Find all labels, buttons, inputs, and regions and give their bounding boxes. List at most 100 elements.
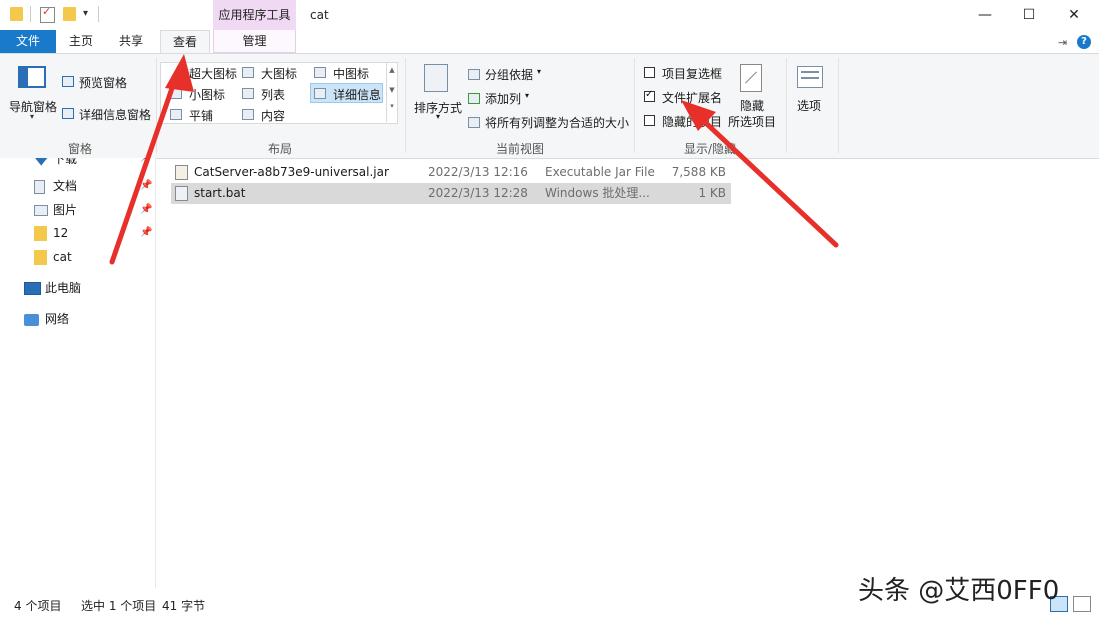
layout-tiles[interactable]: 平铺 — [189, 107, 213, 124]
file-type: Windows 批处理... — [545, 186, 650, 200]
current-view-group-label: 当前视图 — [495, 142, 544, 156]
file-date: 2022/3/13 12:28 — [428, 186, 528, 200]
folder-icon — [10, 7, 23, 21]
details-icon — [314, 86, 326, 100]
hide-selected-icon — [740, 64, 762, 92]
status-size: 41 字节 — [162, 599, 206, 613]
details-pane-icon — [62, 106, 74, 120]
layout-group-label: 布局 — [267, 142, 292, 156]
layout-details[interactable]: 详细信息 — [333, 86, 381, 103]
tab-file[interactable]: 文件 — [0, 30, 56, 53]
file-row-selected[interactable]: start.bat 2022/3/13 12:28 Windows 批处理...… — [171, 183, 731, 204]
help-icon[interactable]: ? — [1077, 35, 1091, 49]
nav-item-documents[interactable]: 文档 📌 — [34, 175, 152, 197]
properties-icon[interactable]: ✓ — [40, 5, 55, 23]
layout-large-icons[interactable]: 大图标 — [261, 65, 297, 82]
nav-item-label: 12 — [53, 226, 69, 240]
chevron-down-icon: ▾ — [525, 91, 530, 100]
pin-icon: 📌 — [140, 227, 153, 238]
fit-columns-button[interactable]: 将所有列调整为合适的大小 — [485, 114, 629, 131]
show-hide-group-label: 显示/隐藏 — [683, 142, 737, 156]
pin-icon: 📌 — [140, 204, 153, 215]
group-by-button[interactable]: 分组依据 — [485, 66, 533, 83]
tiles-icon — [170, 107, 182, 121]
details-pane-button[interactable]: 详细信息窗格 — [79, 106, 151, 123]
nav-item-label: 文档 — [53, 179, 78, 193]
group-separator — [634, 58, 635, 153]
computer-icon — [24, 282, 41, 295]
nav-item-label: 网络 — [45, 312, 70, 326]
tab-home[interactable]: 主页 — [60, 30, 102, 53]
bat-file-icon — [175, 186, 188, 201]
pictures-icon — [34, 205, 48, 216]
pin-ribbon-icon[interactable]: ⇥ — [1058, 36, 1067, 49]
small-icons-icon — [170, 86, 182, 100]
options-button[interactable]: 选项 — [797, 97, 821, 114]
nav-item-pictures[interactable]: 图片 📌 — [34, 199, 152, 221]
separator — [98, 6, 99, 22]
nav-item-label: 图片 — [53, 203, 78, 217]
group-separator — [838, 58, 839, 153]
pin-icon: 📌 — [140, 158, 152, 163]
minimize-button[interactable]: — — [962, 0, 1008, 30]
layout-medium-icons[interactable]: 中图标 — [333, 65, 369, 82]
jar-file-icon — [175, 165, 188, 180]
preview-pane-button[interactable]: 预览窗格 — [79, 74, 127, 91]
nav-item-12[interactable]: 12 📌 — [34, 222, 152, 244]
layout-content[interactable]: 内容 — [261, 107, 285, 124]
nav-item-cat[interactable]: cat — [34, 246, 152, 268]
chevron-down-icon: ▾ — [30, 112, 35, 121]
layout-list[interactable]: 列表 — [261, 86, 285, 103]
new-folder-icon[interactable] — [63, 7, 76, 21]
options-icon — [797, 66, 823, 88]
nav-item-this-pc[interactable]: 此电脑 — [24, 277, 152, 299]
status-selection: 选中 1 个项目 — [81, 599, 157, 613]
nav-item-downloads[interactable]: 🡇 下载 📌 — [34, 158, 152, 170]
group-separator — [405, 58, 406, 153]
tab-share[interactable]: 共享 — [110, 30, 152, 53]
window-title: cat — [310, 8, 329, 22]
network-icon — [24, 313, 39, 326]
document-icon — [34, 179, 45, 194]
file-size: 7,588 KB — [671, 165, 726, 179]
watermark: 头条 @艾西0FF0 — [858, 576, 1060, 606]
item-checkboxes-checkbox[interactable] — [644, 67, 655, 78]
large-icons-icon — [242, 65, 254, 79]
layout-small-icons[interactable]: 小图标 — [189, 86, 225, 103]
add-column-button[interactable]: 添加列 — [485, 90, 521, 107]
file-type: Executable Jar File — [545, 165, 655, 179]
file-extensions-checkbox[interactable]: ✓ — [644, 89, 655, 102]
list-icon — [242, 86, 254, 100]
file-name: start.bat — [194, 186, 246, 200]
nav-item-label: cat — [53, 250, 72, 264]
hidden-items-checkbox[interactable] — [644, 115, 655, 126]
chevron-down-icon: ▾ — [537, 67, 542, 76]
layout-extra-large-icons[interactable]: 超大图标 — [189, 65, 237, 82]
tab-view[interactable]: 查看 — [160, 30, 210, 55]
file-size: 1 KB — [698, 186, 726, 200]
group-separator — [786, 58, 787, 153]
folder-icon — [34, 226, 47, 241]
download-icon: 🡇 — [34, 158, 49, 168]
large-icons-view-icon[interactable] — [1073, 596, 1091, 612]
layout-scrollbar[interactable]: ▲ ▼ ▾ — [386, 62, 397, 122]
customize-toolbar-icon[interactable]: ▾ — [83, 8, 88, 19]
panes-group-label: 窗格 — [67, 142, 92, 156]
maximize-button[interactable]: ☐ — [1006, 0, 1052, 30]
folder-icon — [34, 250, 47, 265]
navigation-pane-icon — [18, 66, 46, 88]
separator — [30, 6, 31, 22]
title-bar: ✓ ▾ 应用程序工具 cat — ☐ ✕ — [0, 0, 1099, 30]
pin-icon: 📌 — [140, 180, 153, 191]
file-row[interactable]: CatServer-a8b73e9-universal.jar 2022/3/1… — [171, 162, 731, 183]
medium-icons-icon — [314, 65, 326, 79]
file-extensions-label: 文件扩展名 — [662, 91, 723, 105]
contextual-tab-label: 应用程序工具 — [218, 8, 291, 22]
nav-item-network[interactable]: 网络 — [24, 308, 152, 330]
file-name: CatServer-a8b73e9-universal.jar — [194, 165, 389, 179]
group-separator — [156, 58, 157, 153]
hide-selected-button[interactable]: 隐藏 — [740, 97, 764, 114]
item-checkboxes-label: 项目复选框 — [662, 67, 723, 81]
tab-manage[interactable]: 管理 — [213, 30, 296, 53]
close-button[interactable]: ✕ — [1051, 0, 1097, 30]
